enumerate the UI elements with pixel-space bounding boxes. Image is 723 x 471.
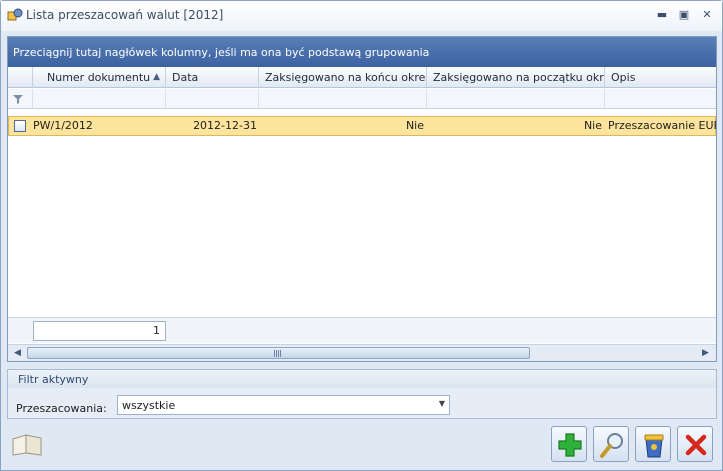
close-window-button[interactable]: ✕	[699, 7, 715, 23]
filter-cell-data[interactable]	[166, 89, 259, 109]
close-button[interactable]	[677, 426, 713, 462]
column-header-zaksiegowano-koniec[interactable]: Zaksięgowano na końcu okresu	[259, 67, 427, 88]
filter-row-selector	[8, 89, 33, 109]
przeszacowania-select[interactable]: wszystkie ▼	[117, 395, 450, 415]
cell-zaksiegowano-poczatek: Nie	[583, 119, 602, 132]
filter-cell-opis[interactable]	[605, 89, 716, 109]
trash-icon	[644, 434, 664, 458]
filter-cell-numer[interactable]	[33, 89, 166, 109]
minimize-button[interactable]: ▬	[654, 7, 670, 23]
scrollbar-thumb[interactable]	[27, 347, 530, 359]
horizontal-scrollbar[interactable]: ◀ ▶	[8, 344, 716, 361]
filter-label: Przeszacowania:	[16, 402, 107, 415]
cell-zaksiegowano-koniec: Nie	[405, 119, 424, 132]
maximize-button[interactable]: ▣	[676, 7, 692, 23]
magnifier-icon	[600, 433, 623, 458]
title-bar[interactable]: Lista przeszacowań walut [2012] ▬ ▣ ✕	[1, 1, 722, 31]
close-icon	[685, 434, 707, 456]
scroll-left-icon[interactable]: ◀	[9, 345, 26, 361]
edit-button[interactable]	[593, 426, 629, 462]
row-checkbox[interactable]	[14, 120, 26, 132]
column-header-opis[interactable]: Opis	[605, 67, 716, 88]
column-header-label: Numer dokumentu	[47, 71, 151, 84]
table-row[interactable]: PW/1/2012 2012-12-31 Nie Nie Przeszacowa…	[8, 116, 716, 136]
active-filter-panel: Filtr aktywny Przeszacowania: wszystkie …	[7, 369, 717, 419]
cell-numer-dokumentu: PW/1/2012	[33, 119, 93, 132]
window: Lista przeszacowań walut [2012] ▬ ▣ ✕ Pr…	[0, 0, 723, 471]
cell-opis: Przeszacowanie EUR	[608, 119, 716, 132]
column-header-data[interactable]: Data	[166, 67, 259, 88]
plus-icon	[558, 433, 582, 457]
add-button[interactable]	[551, 426, 587, 462]
filter-cell-poczatek[interactable]	[427, 89, 605, 109]
header-selector	[8, 67, 33, 88]
cell-data: 2012-12-31	[193, 119, 257, 132]
book-button[interactable]	[7, 425, 43, 461]
chevron-down-icon[interactable]: ▼	[439, 399, 445, 408]
sort-ascending-icon: ▲	[153, 72, 160, 82]
filter-cell-koniec[interactable]	[259, 89, 427, 109]
summary-footer: 1	[8, 317, 716, 343]
document-grid: Przeciągnij tutaj nagłówek kolumny, jeśl…	[7, 36, 717, 362]
column-header-zaksiegowano-poczatek[interactable]: Zaksięgowano na początku okresu	[427, 67, 605, 88]
column-filter-row	[8, 89, 716, 109]
delete-button[interactable]	[635, 426, 671, 462]
column-header-numer-dokumentu[interactable]: Numer dokumentu ▲	[33, 67, 166, 88]
select-value: wszystkie	[122, 399, 176, 412]
scroll-right-icon[interactable]: ▶	[697, 345, 714, 361]
app-icon	[7, 8, 23, 21]
window-title: Lista przeszacowań walut [2012]	[26, 8, 224, 22]
filter-caption: Filtr aktywny	[8, 370, 716, 388]
group-by-panel[interactable]: Przeciągnij tutaj nagłówek kolumny, jeśl…	[8, 37, 716, 67]
book-icon	[12, 434, 42, 456]
record-count: 1	[33, 321, 166, 341]
funnel-icon	[13, 95, 23, 104]
column-headers: Numer dokumentu ▲ Data Zaksięgowano na k…	[8, 67, 716, 88]
grip-icon	[274, 350, 282, 357]
